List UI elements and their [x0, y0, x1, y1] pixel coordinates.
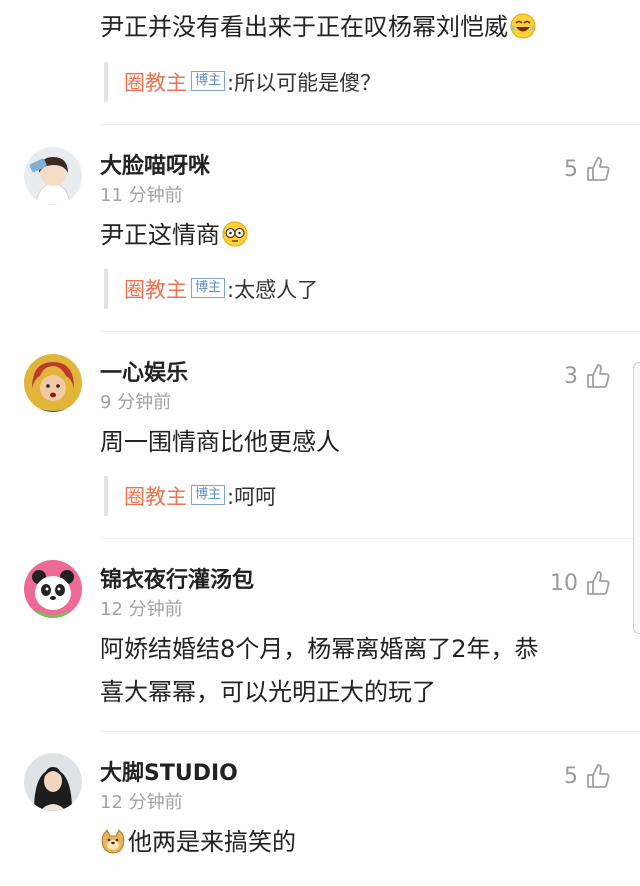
username[interactable]: 锦衣夜行灌汤包: [100, 562, 254, 594]
author-badge: 博主: [191, 485, 226, 505]
thumbs-up-icon: [586, 763, 610, 789]
like-button[interactable]: 5: [564, 761, 610, 791]
thumbs-up-icon: [586, 156, 610, 182]
laugh-crying-emoji-icon: [510, 13, 536, 39]
username[interactable]: 大脸喵呀咪: [100, 148, 210, 180]
reply-text: :所以可能是傻？: [227, 71, 382, 95]
reply-author-link[interactable]: 圈教主: [124, 274, 187, 304]
reply-block: 圈教主 博主 :呵呵: [104, 476, 624, 516]
speechless-emoji-icon: [222, 221, 248, 247]
username[interactable]: 大脚STUDIO: [100, 755, 238, 787]
doge-emoji-icon: [100, 828, 126, 854]
comment-text: 尹正这情商: [100, 214, 248, 256]
like-button[interactable]: 10: [550, 568, 610, 598]
like-count: 3: [564, 363, 578, 389]
reply-block: 圈教主 博主 :所以可能是傻？: [104, 62, 624, 102]
avatar[interactable]: [24, 354, 82, 412]
avatar[interactable]: [24, 753, 82, 811]
comment-text: 周一围情商比他更感人: [100, 428, 340, 456]
like-count: 10: [550, 570, 578, 596]
timestamp: 12 分钟前: [100, 792, 183, 813]
like-count: 5: [564, 763, 578, 789]
like-button[interactable]: 3: [564, 361, 610, 391]
scrollbar[interactable]: [633, 362, 640, 634]
comment-text: 他两是来搞笑的: [100, 821, 296, 863]
comment-text-line: 阿娇结婚结8个月，杨幂离婚离了2年，恭: [100, 635, 539, 663]
timestamp: 12 分钟前: [100, 599, 183, 620]
avatar[interactable]: [24, 560, 82, 618]
comment-item: 大脚STUDIO 12 分钟前 5 他两是来搞笑的: [0, 732, 640, 886]
comment-item: 一心娱乐 9 分钟前 3 周一围情商比他更感人 圈教主 博主 :呵呵: [0, 332, 640, 538]
reply-author-link[interactable]: 圈教主: [124, 67, 187, 97]
author-badge: 博主: [191, 278, 226, 298]
like-count: 5: [564, 156, 578, 182]
comment-item: 锦衣夜行灌汤包 12 分钟前 10 阿娇结婚结8个月，杨幂离婚离了2年，恭 喜大…: [0, 539, 640, 731]
thumbs-up-icon: [586, 570, 610, 596]
reply-text: :太感人了: [227, 278, 319, 302]
comment-item: 大脸喵呀咪 11 分钟前 5 尹正这情商 圈教主 博主 :太感人了: [0, 125, 640, 331]
comment-partial-top: 尹正并没有看出来于正在叹杨幂刘恺威 圈教主 博主 :所以可能是傻？: [0, 0, 640, 120]
thumbs-up-icon: [586, 363, 610, 389]
reply-author-link[interactable]: 圈教主: [124, 481, 187, 511]
like-button[interactable]: 5: [564, 154, 610, 184]
timestamp: 9 分钟前: [100, 392, 172, 413]
comment-text: 尹正并没有看出来于正在叹杨幂刘恺威: [100, 6, 536, 48]
author-badge: 博主: [191, 71, 226, 91]
reply-text: :呵呵: [227, 485, 277, 509]
reply-block: 圈教主 博主 :太感人了: [104, 269, 624, 309]
username[interactable]: 一心娱乐: [100, 355, 188, 387]
avatar[interactable]: [24, 147, 82, 205]
comment-text-line: 喜大幂幂，可以光明正大的玩了: [100, 678, 436, 706]
timestamp: 11 分钟前: [100, 185, 183, 206]
